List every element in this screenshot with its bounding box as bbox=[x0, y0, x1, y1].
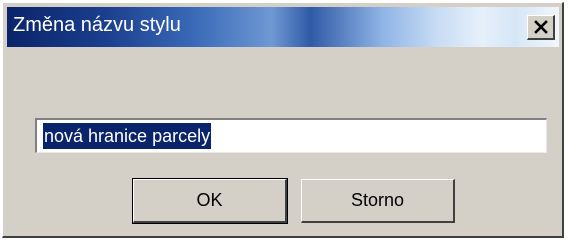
style-name-value: nová hranice parcely bbox=[43, 123, 212, 149]
style-name-input[interactable]: nová hranice parcely bbox=[35, 118, 547, 153]
rename-style-dialog: Změna názvu stylu nová hranice parcely O… bbox=[2, 2, 564, 238]
close-button[interactable] bbox=[527, 15, 555, 40]
ok-button[interactable]: OK bbox=[132, 178, 288, 224]
dialog-title: Změna názvu stylu bbox=[13, 14, 181, 36]
title-bar[interactable]: Změna názvu stylu bbox=[7, 7, 559, 47]
close-icon bbox=[533, 20, 548, 34]
cancel-button[interactable]: Storno bbox=[301, 179, 455, 223]
